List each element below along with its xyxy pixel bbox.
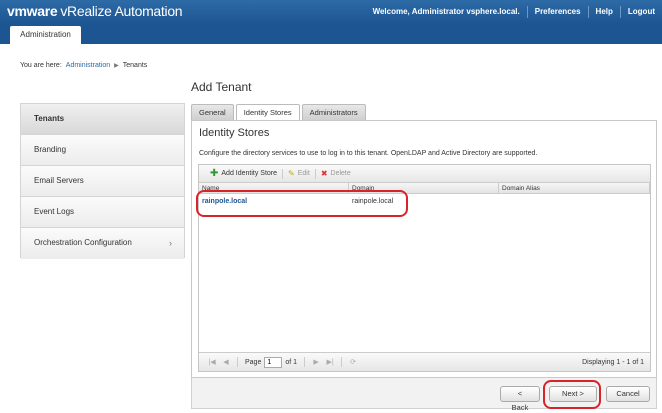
chevron-right-icon: › — [169, 238, 172, 248]
tab-administration[interactable]: Administration — [10, 26, 81, 44]
tab-administrators[interactable]: Administrators — [301, 104, 366, 120]
page-title: Add Tenant — [191, 80, 252, 94]
cancel-button[interactable]: Cancel — [606, 386, 650, 402]
previous-page-icon[interactable]: ◀ — [219, 358, 233, 366]
welcome-text: Welcome, Administrator vsphere.local. — [372, 7, 520, 16]
first-page-icon[interactable]: |◀ — [205, 358, 219, 366]
brand-product-rest: Automation — [111, 3, 183, 19]
next-page-icon[interactable]: ▶ — [309, 358, 323, 366]
delete-label: Delete — [330, 170, 351, 177]
panel-title: Identity Stores — [199, 127, 270, 139]
add-identity-store-label: Add Identity Store — [221, 170, 278, 177]
refresh-icon[interactable]: ⟳ — [346, 358, 360, 366]
preferences-link[interactable]: Preferences — [526, 6, 588, 18]
vmware-logo: vmware vRealize Automation — [7, 3, 183, 19]
logout-link[interactable]: Logout — [619, 6, 662, 18]
breadcrumb-separator-icon: ▶ — [114, 63, 119, 69]
add-identity-store-button[interactable]: ✚ Add Identity Store — [205, 167, 282, 179]
breadcrumb: You are here: Administration ▶ Tenants — [20, 62, 147, 69]
back-button[interactable]: < Back — [500, 386, 540, 412]
main-tab-bar — [0, 24, 662, 44]
sidebar-item-tenants[interactable]: Tenants — [21, 104, 184, 135]
tab-identity-stores[interactable]: Identity Stores — [235, 104, 300, 121]
sidebar: Tenants Branding Email Servers Event Log… — [20, 103, 185, 259]
grid-toolbar: ✚ Add Identity Store ✎ Edit ✖ Delete — [199, 165, 650, 183]
brand-product: vRealize — [60, 3, 112, 19]
tab-general[interactable]: General — [191, 104, 234, 120]
brand-vmware: vmware — [7, 3, 58, 19]
sidebar-item-label: Tenants — [34, 114, 65, 123]
delete-x-icon: ✖ — [320, 169, 328, 178]
sidebar-item-orchestration-configuration[interactable]: Orchestration Configuration › — [21, 228, 184, 259]
sidebar-item-event-logs[interactable]: Event Logs — [21, 197, 184, 228]
breadcrumb-tenants: Tenants — [122, 62, 148, 69]
sidebar-item-label: Email Servers — [34, 176, 84, 185]
panel-description: Configure the directory services to use … — [199, 150, 538, 157]
delete-button[interactable]: ✖ Delete — [316, 169, 356, 178]
pager-divider — [341, 357, 343, 367]
pager-divider — [237, 357, 238, 367]
edit-label: Edit — [297, 170, 310, 177]
annotation-next-highlight — [543, 380, 601, 409]
page-count-label: of 1 — [285, 358, 298, 366]
breadcrumb-administration[interactable]: Administration — [66, 62, 110, 69]
sidebar-item-label: Orchestration Configuration — [34, 238, 132, 247]
breadcrumb-prefix: You are here: — [20, 62, 62, 69]
top-nav: Welcome, Administrator vsphere.local. Pr… — [366, 0, 662, 24]
edit-button[interactable]: ✎ Edit — [283, 169, 315, 178]
annotation-row-highlight — [196, 190, 408, 217]
column-header-domain-alias[interactable]: Domain Alias — [499, 183, 650, 193]
display-count: Displaying 1 - 1 of 1 — [582, 358, 644, 366]
plus-icon: ✚ — [210, 167, 219, 179]
page-label: Page — [245, 358, 262, 366]
tab-strip: General Identity Stores Administrators — [191, 104, 366, 121]
sidebar-item-label: Event Logs — [34, 207, 75, 216]
pager-divider — [304, 357, 306, 367]
app-header: vmware vRealize Automation Welcome, Admin… — [0, 0, 662, 24]
sidebar-item-email-servers[interactable]: Email Servers — [21, 166, 184, 197]
page-number-input[interactable] — [264, 356, 283, 368]
sidebar-item-label: Branding — [34, 145, 67, 154]
last-page-icon[interactable]: ▶| — [323, 358, 337, 366]
grid-pager: |◀ ◀ Page of 1 ▶ ▶| ⟳ Displaying 1 - 1 o… — [199, 352, 650, 371]
sidebar-item-branding[interactable]: Branding — [21, 135, 184, 166]
help-link[interactable]: Help — [587, 6, 620, 18]
pencil-icon: ✎ — [288, 169, 295, 178]
identity-stores-panel: Identity Stores Configure the directory … — [191, 120, 657, 378]
